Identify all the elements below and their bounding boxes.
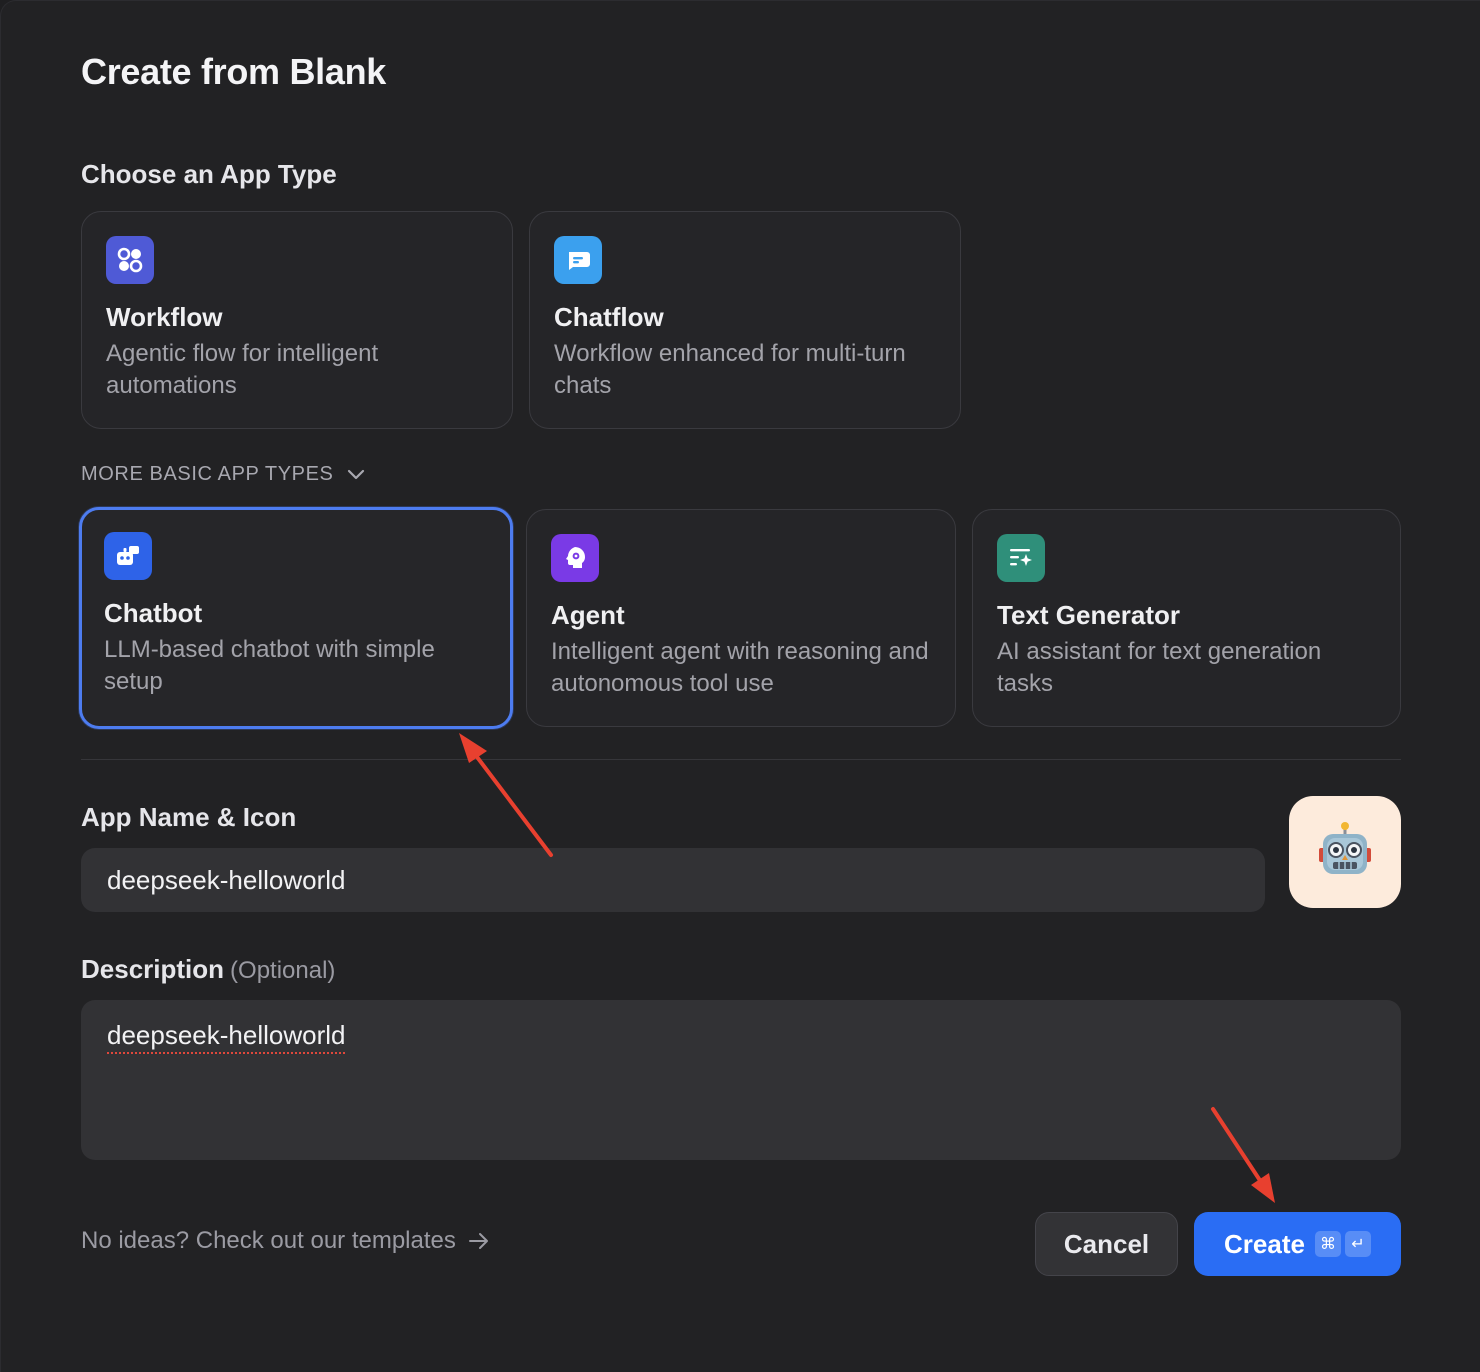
app-type-label: Choose an App Type: [81, 159, 337, 189]
agent-icon: [551, 534, 599, 582]
section-divider: [81, 759, 1401, 760]
more-app-types-label: MORE BASIC APP TYPES: [81, 463, 334, 485]
description-label: Description (Optional): [81, 954, 335, 985]
chatbot-icon: [104, 532, 152, 580]
app-type-card-agent[interactable]: Agent Intelligent agent with reasoning a…: [526, 509, 956, 727]
cancel-button[interactable]: Cancel: [1035, 1212, 1178, 1276]
card-title: Chatbot: [104, 598, 203, 628]
text-generator-icon: [997, 534, 1045, 582]
app-type-card-chatflow[interactable]: Chatflow Workflow enhanced for multi-tur…: [529, 211, 961, 429]
card-description: Workflow enhanced for multi-turn chats: [554, 340, 906, 399]
dialog-title: Create from Blank: [81, 51, 386, 92]
card-title: Workflow: [106, 302, 223, 332]
app-type-card-chatbot[interactable]: Chatbot LLM-based chatbot with simple se…: [79, 507, 513, 729]
description-textarea[interactable]: deepseek-helloworld: [81, 1000, 1401, 1160]
command-key-icon: ⌘: [1314, 1231, 1341, 1257]
workflow-icon: [106, 236, 154, 284]
templates-link[interactable]: No ideas? Check out our templates: [81, 1227, 490, 1255]
chatflow-icon: [554, 236, 602, 284]
arrow-right-icon: [468, 1233, 488, 1249]
create-app-dialog: Create from Blank Choose an App Type Wor…: [0, 0, 1480, 1372]
create-button-label: Create: [1224, 1228, 1305, 1259]
keyboard-shortcut: ⌘ ↵: [1314, 1231, 1371, 1257]
card-title: Chatflow: [554, 302, 664, 332]
card-description: Agentic flow for intelligent automations: [106, 340, 379, 399]
optional-hint: (Optional): [230, 957, 336, 984]
more-app-types-toggle[interactable]: MORE BASIC APP TYPES: [81, 463, 365, 486]
enter-key-icon: ↵: [1344, 1231, 1371, 1257]
templates-link-text: No ideas? Check out our templates: [81, 1227, 456, 1254]
card-title: Text Generator: [997, 600, 1181, 630]
chevron-down-icon: [348, 469, 365, 479]
card-description: LLM-based chatbot with simple setup: [104, 636, 435, 695]
app-type-card-workflow[interactable]: Workflow Agentic flow for intelligent au…: [81, 211, 513, 429]
card-description: Intelligent agent with reasoning and aut…: [551, 638, 929, 697]
app-name-input[interactable]: deepseek-helloworld: [81, 848, 1265, 912]
create-button[interactable]: Create ⌘ ↵: [1194, 1212, 1401, 1276]
app-name-value: deepseek-helloworld: [107, 864, 346, 895]
app-name-label: App Name & Icon: [81, 802, 297, 832]
card-title: Agent: [551, 600, 625, 630]
description-value: deepseek-helloworld: [107, 1020, 346, 1050]
app-type-card-text-generator[interactable]: Text Generator AI assistant for text gen…: [972, 509, 1401, 727]
card-description: AI assistant for text generation tasks: [997, 638, 1322, 697]
app-icon-picker[interactable]: [1289, 796, 1401, 908]
robot-emoji-icon: [1319, 822, 1371, 874]
description-label-text: Description: [81, 954, 225, 984]
